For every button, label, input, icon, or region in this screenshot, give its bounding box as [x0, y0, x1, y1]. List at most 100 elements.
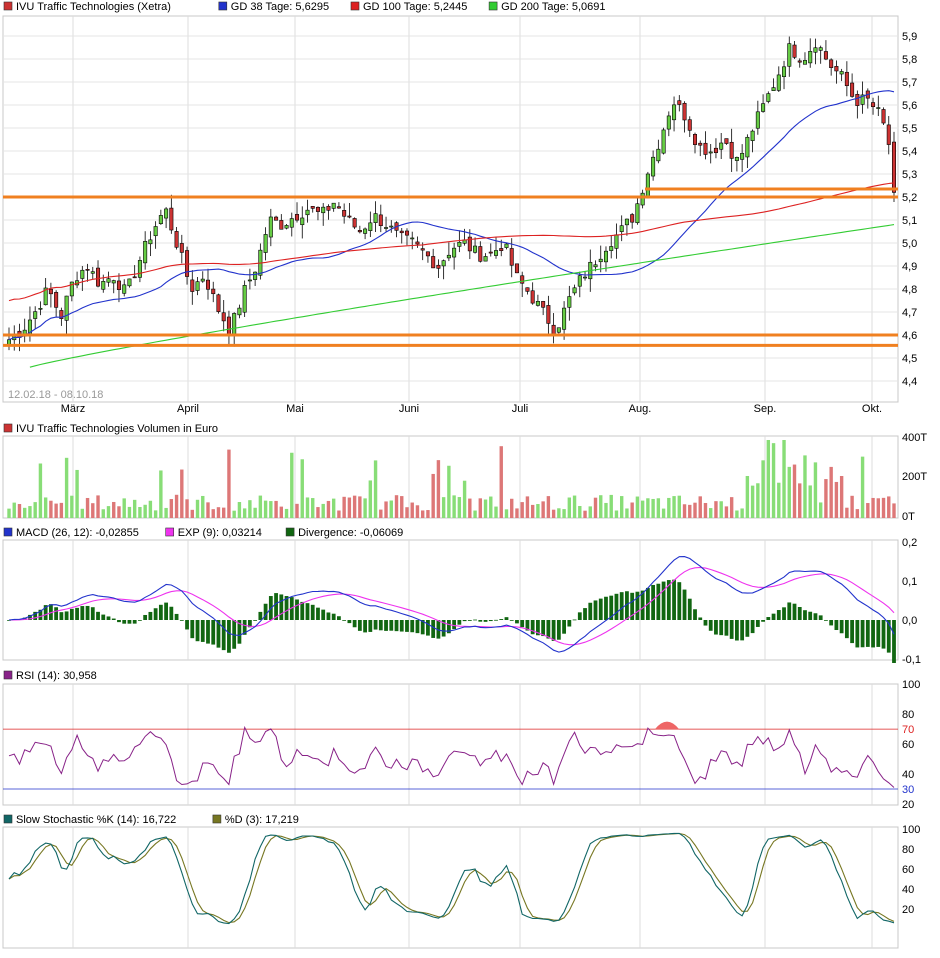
divergence-bar	[316, 607, 320, 620]
volume-bar	[227, 449, 231, 518]
volume-bar	[431, 473, 435, 518]
y-tick-label: 5,6	[902, 100, 917, 112]
divergence-bar	[604, 596, 608, 620]
candle	[567, 296, 572, 308]
candle	[494, 250, 499, 256]
volume-bar	[368, 480, 373, 518]
y-tick-label: -0,1	[902, 654, 921, 666]
divergence-bar	[871, 620, 875, 648]
y-tick-label: 5,4	[902, 146, 917, 158]
divergence-bar	[221, 620, 226, 651]
divergence-bar	[583, 608, 587, 620]
y-tick-label: 5,9	[902, 31, 917, 43]
candle	[357, 230, 362, 233]
candle	[226, 316, 231, 335]
divergence-bar	[588, 602, 593, 620]
divergence-bar	[551, 620, 556, 641]
volume-bar	[394, 495, 399, 518]
volume-bar	[824, 479, 828, 518]
divergence-bar	[59, 612, 64, 620]
volume-bar	[876, 498, 880, 518]
volume-bar	[839, 476, 844, 518]
volume-bar	[719, 501, 723, 518]
candle	[886, 124, 891, 145]
divergence-bar	[101, 614, 106, 620]
candle	[473, 245, 478, 253]
candle	[619, 225, 624, 232]
candle	[221, 312, 226, 322]
volume-bar	[75, 469, 79, 518]
candle	[153, 226, 158, 237]
divergence-bar	[881, 620, 886, 649]
volume-bar	[242, 508, 247, 518]
divergence-bar	[740, 620, 745, 641]
candle	[813, 47, 818, 53]
candle	[724, 138, 729, 144]
candle	[797, 60, 802, 63]
volume-bar	[195, 499, 200, 518]
candle	[771, 87, 776, 91]
divergence-bar	[572, 619, 577, 621]
volume-bar	[441, 497, 446, 518]
volume-bar	[232, 510, 236, 518]
legend-swatch	[3, 423, 13, 433]
volume-bar	[483, 499, 488, 518]
volume-bar	[174, 494, 179, 518]
volume-bar	[358, 496, 362, 518]
y-tick-label: 60	[902, 864, 914, 876]
volume-bar	[473, 510, 477, 518]
y-tick-label: 4,6	[902, 330, 917, 342]
divergence-bar	[792, 603, 797, 620]
volume-bar	[661, 508, 666, 518]
volume-bar	[311, 498, 315, 518]
divergence-bar	[132, 620, 137, 624]
candle	[656, 148, 661, 162]
volume-bar	[106, 506, 111, 518]
divergence-bar	[467, 620, 472, 621]
divergence-bar	[687, 598, 692, 620]
candle	[54, 292, 59, 308]
divergence-bar	[818, 615, 823, 620]
candle	[598, 258, 603, 263]
divergence-bar	[300, 601, 305, 620]
divergence-bar	[483, 620, 488, 622]
volume-bar	[562, 509, 566, 518]
divergence-bar	[698, 617, 703, 620]
legend-swatch	[3, 670, 13, 680]
volume-bar	[143, 504, 147, 518]
panel-frame	[2, 683, 899, 806]
candle	[441, 260, 446, 267]
volume-bar	[400, 496, 404, 518]
volume-bar	[724, 506, 729, 518]
volume-bar	[211, 509, 215, 518]
y-tick-label: 20	[902, 799, 914, 811]
divergence-bar	[373, 620, 378, 630]
candle	[855, 94, 860, 106]
volume-bar	[457, 497, 462, 518]
volume-bar	[614, 510, 619, 518]
y-tick-label: 100	[902, 824, 920, 836]
volume-bar	[693, 502, 697, 518]
x-tick-label: März	[61, 403, 85, 415]
volume-bar	[28, 506, 32, 518]
volume-bar	[352, 495, 357, 518]
candle	[415, 241, 420, 245]
candle	[143, 241, 148, 264]
x-tick-label: Sep.	[754, 403, 777, 415]
volume-bar	[640, 500, 645, 518]
candle	[289, 218, 294, 228]
volume-bar	[305, 497, 310, 518]
date-range: 12.02.18 - 08.10.18	[8, 389, 103, 401]
volume-bar	[64, 457, 69, 518]
volume-bar	[127, 506, 132, 518]
candle	[404, 230, 409, 236]
volume-bar	[164, 507, 168, 518]
legend-swatch	[3, 527, 13, 537]
volume-bar	[583, 510, 587, 518]
candle	[556, 327, 561, 333]
candle	[315, 206, 320, 212]
divergence-bar	[190, 620, 195, 639]
candle	[164, 208, 169, 219]
divergence-bar	[677, 582, 682, 620]
y-tick-label: 0,0	[902, 615, 917, 627]
